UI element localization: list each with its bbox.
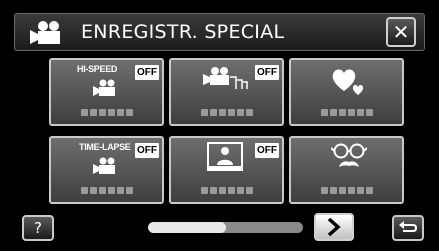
placeholder-bars bbox=[291, 187, 402, 194]
placeholder-bars bbox=[171, 187, 282, 194]
glasses-mustache-icon bbox=[331, 143, 367, 167]
status-badge: OFF bbox=[135, 65, 159, 80]
status-badge: OFF bbox=[255, 65, 279, 80]
camera-icon bbox=[93, 157, 115, 174]
close-button[interactable]: ✕ bbox=[386, 17, 416, 47]
status-badge: OFF bbox=[135, 143, 159, 158]
placeholder-bars bbox=[171, 109, 282, 116]
camera-icon bbox=[93, 79, 115, 96]
header-bar: ENREGISTR. SPECIAL ✕ bbox=[14, 13, 425, 51]
tile-label: TIME-LAPSE bbox=[79, 142, 131, 152]
tile-continuous-shooting[interactable]: OFF bbox=[169, 58, 284, 126]
scroll-thumb[interactable] bbox=[148, 222, 226, 233]
placeholder-bars bbox=[51, 187, 162, 194]
next-page-button[interactable] bbox=[314, 213, 354, 241]
status-badge: OFF bbox=[255, 143, 279, 158]
help-button[interactable]: ? bbox=[22, 215, 54, 241]
hearts-icon bbox=[332, 69, 364, 95]
tile-portrait[interactable]: OFF bbox=[169, 136, 284, 204]
page-scrollbar[interactable] bbox=[148, 222, 303, 233]
tile-glasses-mustache[interactable] bbox=[289, 136, 404, 204]
tile-hi-speed[interactable]: HI-SPEED OFF bbox=[49, 58, 164, 126]
tile-label: HI-SPEED bbox=[77, 64, 118, 74]
page-title: ENREGISTR. SPECIAL bbox=[81, 21, 285, 43]
placeholder-bars bbox=[51, 109, 162, 116]
return-icon bbox=[399, 221, 418, 232]
tile-hearts[interactable] bbox=[289, 58, 404, 126]
continuous-shooting-icon bbox=[203, 67, 248, 89]
chevron-right-icon bbox=[327, 217, 341, 237]
placeholder-bars bbox=[291, 109, 402, 116]
tile-time-lapse[interactable]: TIME-LAPSE OFF bbox=[49, 136, 164, 204]
return-button[interactable] bbox=[392, 215, 424, 241]
video-camera-icon bbox=[30, 21, 60, 44]
portrait-icon bbox=[207, 142, 243, 171]
